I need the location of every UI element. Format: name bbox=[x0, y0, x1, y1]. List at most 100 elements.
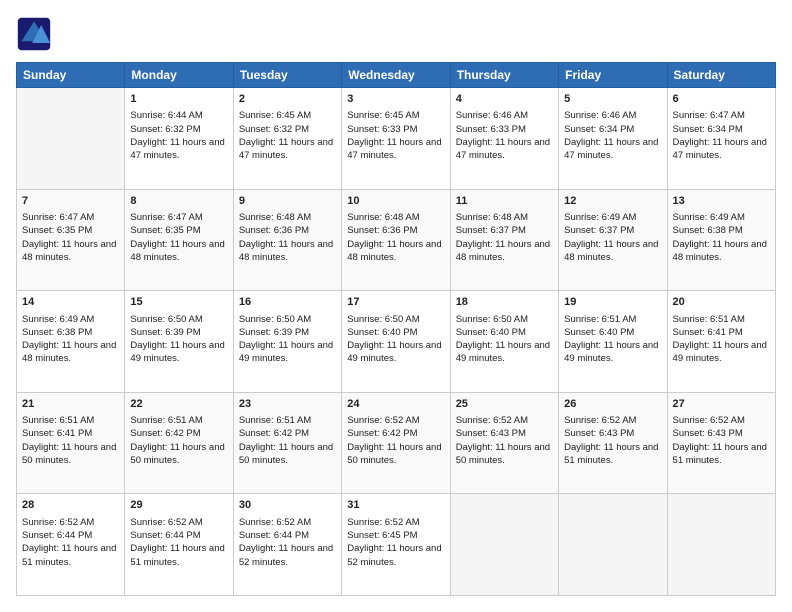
day-info: Daylight: 11 hours and 47 minutes. bbox=[130, 136, 227, 163]
calendar-cell: 18Sunrise: 6:50 AMSunset: 6:40 PMDayligh… bbox=[450, 291, 558, 393]
weekday-header-monday: Monday bbox=[125, 63, 233, 88]
day-number: 13 bbox=[673, 194, 770, 209]
day-info: Sunrise: 6:47 AM bbox=[673, 109, 770, 122]
day-info: Sunrise: 6:50 AM bbox=[456, 313, 553, 326]
day-number: 6 bbox=[673, 92, 770, 107]
day-number: 30 bbox=[239, 498, 336, 513]
calendar-cell: 30Sunrise: 6:52 AMSunset: 6:44 PMDayligh… bbox=[233, 494, 341, 596]
calendar-row-3: 21 Sunrise: 6:51 AM Sunset: 6:41 PM Dayligh… bbox=[17, 392, 776, 494]
day-info: Daylight: 11 hours and 52 minutes. bbox=[347, 542, 444, 569]
day-info: Sunrise: 6:45 AM bbox=[239, 109, 336, 122]
weekday-header-sunday: Sunday bbox=[17, 63, 125, 88]
day-info: Sunset: 6:32 PM bbox=[239, 123, 336, 136]
calendar-row-2: 14Sunrise: 6:49 AMSunset: 6:38 PMDayligh… bbox=[17, 291, 776, 393]
day-info: Sunrise: 6:47 AM bbox=[22, 211, 119, 224]
calendar-cell: 29Sunrise: 6:52 AMSunset: 6:44 PMDayligh… bbox=[125, 494, 233, 596]
day-number: 17 bbox=[347, 295, 444, 310]
day-number: 21 bbox=[22, 397, 119, 412]
calendar-table: SundayMondayTuesdayWednesdayThursdayFrid… bbox=[16, 62, 776, 596]
calendar-row-0: 1Sunrise: 6:44 AMSunset: 6:32 PMDaylight… bbox=[17, 88, 776, 190]
day-info: Sunrise: 6:46 AM bbox=[564, 109, 661, 122]
calendar-cell: 21Sunrise: 6:51 AMSunset: 6:41 PMDayligh… bbox=[17, 392, 125, 494]
calendar-cell: 6 Sunrise: 6:47 AMSunset: 6:34 PMDaylight… bbox=[667, 88, 775, 190]
calendar-cell: 15Sunrise: 6:50 AMSunset: 6:39 PMDayligh… bbox=[125, 291, 233, 393]
calendar-cell: 7Sunrise: 6:47 AMSunset: 6:35 PMDaylight… bbox=[17, 189, 125, 291]
day-info: Daylight: 11 hours and 48 minutes. bbox=[564, 238, 661, 265]
day-info: Sunset: 6:41 PM bbox=[673, 326, 770, 339]
calendar-cell: 23Sunrise: 6:51 AMSunset: 6:42 PMDayligh… bbox=[233, 392, 341, 494]
calendar-cell: 11Sunrise: 6:48 AMSunset: 6:37 PMDayligh… bbox=[450, 189, 558, 291]
day-info: Daylight: 11 hours and 48 minutes. bbox=[347, 238, 444, 265]
calendar-cell bbox=[17, 88, 125, 190]
day-info: Daylight: 11 hours and 48 minutes. bbox=[456, 238, 553, 265]
day-info: Sunset: 6:34 PM bbox=[673, 123, 770, 136]
day-info: Sunrise: 6:52 AM bbox=[673, 414, 770, 427]
day-info: Daylight: 11 hours and 51 minutes. bbox=[564, 441, 661, 468]
day-number: 12 bbox=[564, 194, 661, 209]
day-info: Sunset: 6:44 PM bbox=[239, 529, 336, 542]
day-info: Daylight: 11 hours and 48 minutes. bbox=[673, 238, 770, 265]
day-number: 5 bbox=[564, 92, 661, 107]
day-info: Daylight: 11 hours and 47 minutes. bbox=[239, 136, 336, 163]
day-info: Sunrise: 6:47 AM bbox=[130, 211, 227, 224]
day-info: Sunrise: 6:48 AM bbox=[347, 211, 444, 224]
day-number: 8 bbox=[130, 194, 227, 209]
day-info: Sunrise: 6:52 AM bbox=[347, 516, 444, 529]
calendar-cell: 25Sunrise: 6:52 AMSunset: 6:43 PMDayligh… bbox=[450, 392, 558, 494]
day-info: Daylight: 11 hours and 49 minutes. bbox=[239, 339, 336, 366]
day-info: Sunrise: 6:46 AM bbox=[456, 109, 553, 122]
day-info: Daylight: 11 hours and 50 minutes. bbox=[347, 441, 444, 468]
day-info: Sunrise: 6:51 AM bbox=[130, 414, 227, 427]
day-info: Sunset: 6:34 PM bbox=[564, 123, 661, 136]
day-info: Daylight: 11 hours and 49 minutes. bbox=[130, 339, 227, 366]
calendar-cell: 16Sunrise: 6:50 AMSunset: 6:39 PMDayligh… bbox=[233, 291, 341, 393]
day-number: 23 bbox=[239, 397, 336, 412]
day-info: Sunrise: 6:50 AM bbox=[239, 313, 336, 326]
day-info: Sunrise: 6:50 AM bbox=[347, 313, 444, 326]
day-info: Sunset: 6:35 PM bbox=[130, 224, 227, 237]
day-number: 29 bbox=[130, 498, 227, 513]
day-number: 1 bbox=[130, 92, 227, 107]
day-info: Sunset: 6:38 PM bbox=[22, 326, 119, 339]
calendar-cell: 24Sunrise: 6:52 AMSunset: 6:42 PMDayligh… bbox=[342, 392, 450, 494]
day-info: Daylight: 11 hours and 49 minutes. bbox=[456, 339, 553, 366]
day-info: Sunrise: 6:52 AM bbox=[22, 516, 119, 529]
day-info: Sunset: 6:44 PM bbox=[130, 529, 227, 542]
calendar-cell: 20Sunrise: 6:51 AMSunset: 6:41 PMDayligh… bbox=[667, 291, 775, 393]
day-info: Sunrise: 6:49 AM bbox=[564, 211, 661, 224]
calendar-cell: 31Sunrise: 6:52 AMSunset: 6:45 PMDayligh… bbox=[342, 494, 450, 596]
day-info: Daylight: 11 hours and 47 minutes. bbox=[456, 136, 553, 163]
day-info: Daylight: 11 hours and 48 minutes. bbox=[22, 238, 119, 265]
day-number: 27 bbox=[673, 397, 770, 412]
day-number: 10 bbox=[347, 194, 444, 209]
day-info: Sunrise: 6:51 AM bbox=[239, 414, 336, 427]
day-info: Sunset: 6:39 PM bbox=[239, 326, 336, 339]
header bbox=[16, 16, 776, 52]
day-info: Sunrise: 6:48 AM bbox=[456, 211, 553, 224]
day-info: Sunset: 6:43 PM bbox=[456, 427, 553, 440]
logo bbox=[16, 16, 56, 52]
weekday-header-saturday: Saturday bbox=[667, 63, 775, 88]
calendar-cell: 17Sunrise: 6:50 AMSunset: 6:40 PMDayligh… bbox=[342, 291, 450, 393]
day-info: Sunrise: 6:52 AM bbox=[130, 516, 227, 529]
day-number: 15 bbox=[130, 295, 227, 310]
day-info: Sunset: 6:42 PM bbox=[130, 427, 227, 440]
day-info: Daylight: 11 hours and 51 minutes. bbox=[673, 441, 770, 468]
day-info: Sunset: 6:43 PM bbox=[564, 427, 661, 440]
day-info: Sunset: 6:39 PM bbox=[130, 326, 227, 339]
day-info: Daylight: 11 hours and 48 minutes. bbox=[239, 238, 336, 265]
day-info: Daylight: 11 hours and 47 minutes. bbox=[673, 136, 770, 163]
day-number: 24 bbox=[347, 397, 444, 412]
day-info: Daylight: 11 hours and 47 minutes. bbox=[347, 136, 444, 163]
calendar-cell: 5Sunrise: 6:46 AMSunset: 6:34 PMDaylight… bbox=[559, 88, 667, 190]
day-info: Sunrise: 6:48 AM bbox=[239, 211, 336, 224]
day-info: Sunset: 6:41 PM bbox=[22, 427, 119, 440]
day-info: Sunset: 6:36 PM bbox=[347, 224, 444, 237]
calendar-cell: 26Sunrise: 6:52 AMSunset: 6:43 PMDayligh… bbox=[559, 392, 667, 494]
logo-icon bbox=[16, 16, 52, 52]
day-number: 31 bbox=[347, 498, 444, 513]
calendar-cell: 9Sunrise: 6:48 AMSunset: 6:36 PMDaylight… bbox=[233, 189, 341, 291]
calendar-cell: 13Sunrise: 6:49 AMSunset: 6:38 PMDayligh… bbox=[667, 189, 775, 291]
calendar-cell: 10 Sunrise: 6:48 AMSunset: 6:36 PMDayligh… bbox=[342, 189, 450, 291]
day-number: 25 bbox=[456, 397, 553, 412]
